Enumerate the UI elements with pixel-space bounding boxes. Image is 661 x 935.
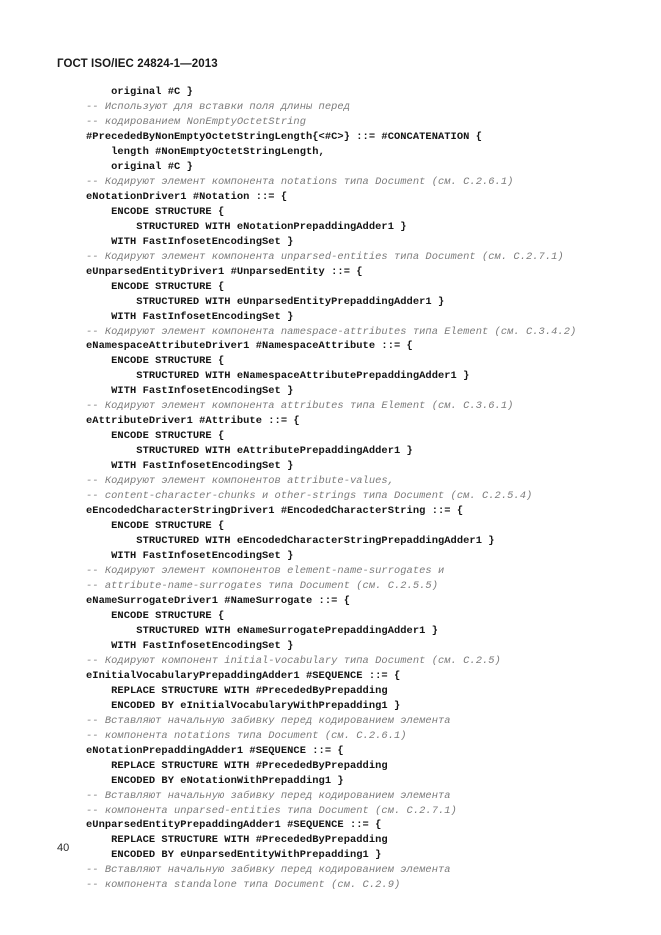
code-line: eNotationPrepaddingAdder1 #SEQUENCE ::= … — [86, 744, 344, 757]
code-comment-line: -- Кодируют элемент компонента unparsed-… — [86, 250, 564, 263]
code-line: length #NonEmptyOctetStringLength, — [86, 145, 325, 158]
code-comment-line: -- Кодируют элемент компонента attribute… — [86, 400, 514, 413]
code-line: WITH FastInfosetEncodingSet } — [86, 310, 294, 323]
code-comment-line: -- Кодируют элемент компонента namespace… — [86, 325, 577, 338]
code-comment-line: -- кодированием NonEmptyOctetString — [86, 115, 306, 128]
code-line: ENCODE STRUCTURE { — [86, 355, 225, 368]
code-line: ENCODE STRUCTURE { — [86, 430, 225, 443]
code-line: ENCODED BY eInitialVocabularyWithPrepadd… — [86, 699, 401, 712]
code-line: WITH FastInfosetEncodingSet } — [86, 385, 294, 398]
code-comment-line: -- content-character-chunks и other-stri… — [86, 490, 533, 503]
code-line: eEncodedCharacterStringDriver1 #EncodedC… — [86, 505, 464, 518]
code-line: STRUCTURED WITH eEncodedCharacterStringP… — [86, 535, 495, 548]
page-number: 40 — [57, 842, 70, 854]
code-line: ENCODE STRUCTURE { — [86, 205, 225, 218]
code-line: STRUCTURED WITH eUnparsedEntityPrepaddin… — [86, 295, 445, 308]
code-line: WITH FastInfosetEncodingSet } — [86, 639, 294, 652]
code-line: eInitialVocabularyPrepaddingAdder1 #SEQU… — [86, 669, 401, 682]
code-line: WITH FastInfosetEncodingSet } — [86, 550, 294, 563]
code-comment-line: -- компонента standalone типа Document (… — [86, 879, 401, 892]
code-line: original #C } — [86, 86, 193, 98]
code-line: ENCODED BY eNotationWithPrepadding1 } — [86, 774, 344, 787]
code-line: #PrecededByNonEmptyOctetStringLength{<#C… — [86, 130, 482, 143]
code-comment-line: -- компонента unparsed-entities типа Doc… — [86, 804, 457, 817]
document-page: ГОСТ ISO/IEC 24824-1—2013 original #C } -… — [0, 0, 661, 935]
code-comment-line: -- Вставляют начальную забивку перед код… — [86, 714, 451, 727]
code-line: eNamespaceAttributeDriver1 #NamespaceAtt… — [86, 340, 413, 353]
code-listing: original #C } -- Используют для вставки п… — [86, 85, 641, 893]
code-comment-line: -- Кодируют элемент компонентов element-… — [86, 565, 445, 577]
code-comment-line: -- Кодируют элемент компонента notations… — [86, 175, 514, 188]
code-line: WITH FastInfosetEncodingSet } — [86, 460, 294, 473]
code-comment-line: -- attribute-name-surrogates типа Docume… — [86, 579, 438, 592]
code-line: eUnparsedEntityDriver1 #UnparsedEntity :… — [86, 265, 363, 278]
code-line: eNameSurrogateDriver1 #NameSurrogate ::=… — [86, 594, 350, 607]
code-comment-line: -- Используют для вставки поля длины пер… — [86, 100, 350, 113]
code-line: eAttributeDriver1 #Attribute ::= { — [86, 415, 300, 428]
code-line: eUnparsedEntityPrepaddingAdder1 #SEQUENC… — [86, 819, 382, 832]
code-line: ENCODE STRUCTURE { — [86, 609, 225, 622]
code-comment-line: -- Вставляют начальную забивку перед код… — [86, 789, 451, 802]
code-comment-line: -- компонента notations типа Document (с… — [86, 729, 407, 742]
code-line: ENCODED BY eUnparsedEntityWithPrepadding… — [86, 849, 382, 862]
code-line: STRUCTURED WITH eAttributePrepaddingAdde… — [86, 445, 413, 458]
running-head: ГОСТ ISO/IEC 24824-1—2013 — [57, 58, 218, 70]
code-line: REPLACE STRUCTURE WITH #PrecededByPrepad… — [86, 834, 388, 847]
code-line: STRUCTURED WITH eNamespaceAttributePrepa… — [86, 370, 470, 383]
code-line: STRUCTURED WITH eNameSurrogatePrepadding… — [86, 624, 438, 637]
code-line: STRUCTURED WITH eNotationPrepaddingAdder… — [86, 220, 407, 233]
code-line: WITH FastInfosetEncodingSet } — [86, 235, 294, 248]
code-comment-line: -- Вставляют начальную забивку перед код… — [86, 864, 451, 877]
code-line: ENCODE STRUCTURE { — [86, 520, 225, 533]
code-comment-line: -- Кодируют компонент initial-vocabulary… — [86, 654, 501, 667]
code-line: eNotationDriver1 #Notation ::= { — [86, 190, 288, 203]
code-line: REPLACE STRUCTURE WITH #PrecededByPrepad… — [86, 759, 388, 772]
code-comment-line: -- Кодируют элемент компонентов attribut… — [86, 475, 394, 488]
code-line: ENCODE STRUCTURE { — [86, 280, 225, 293]
code-line: REPLACE STRUCTURE WITH #PrecededByPrepad… — [86, 684, 388, 697]
code-line: original #C } — [86, 160, 193, 173]
